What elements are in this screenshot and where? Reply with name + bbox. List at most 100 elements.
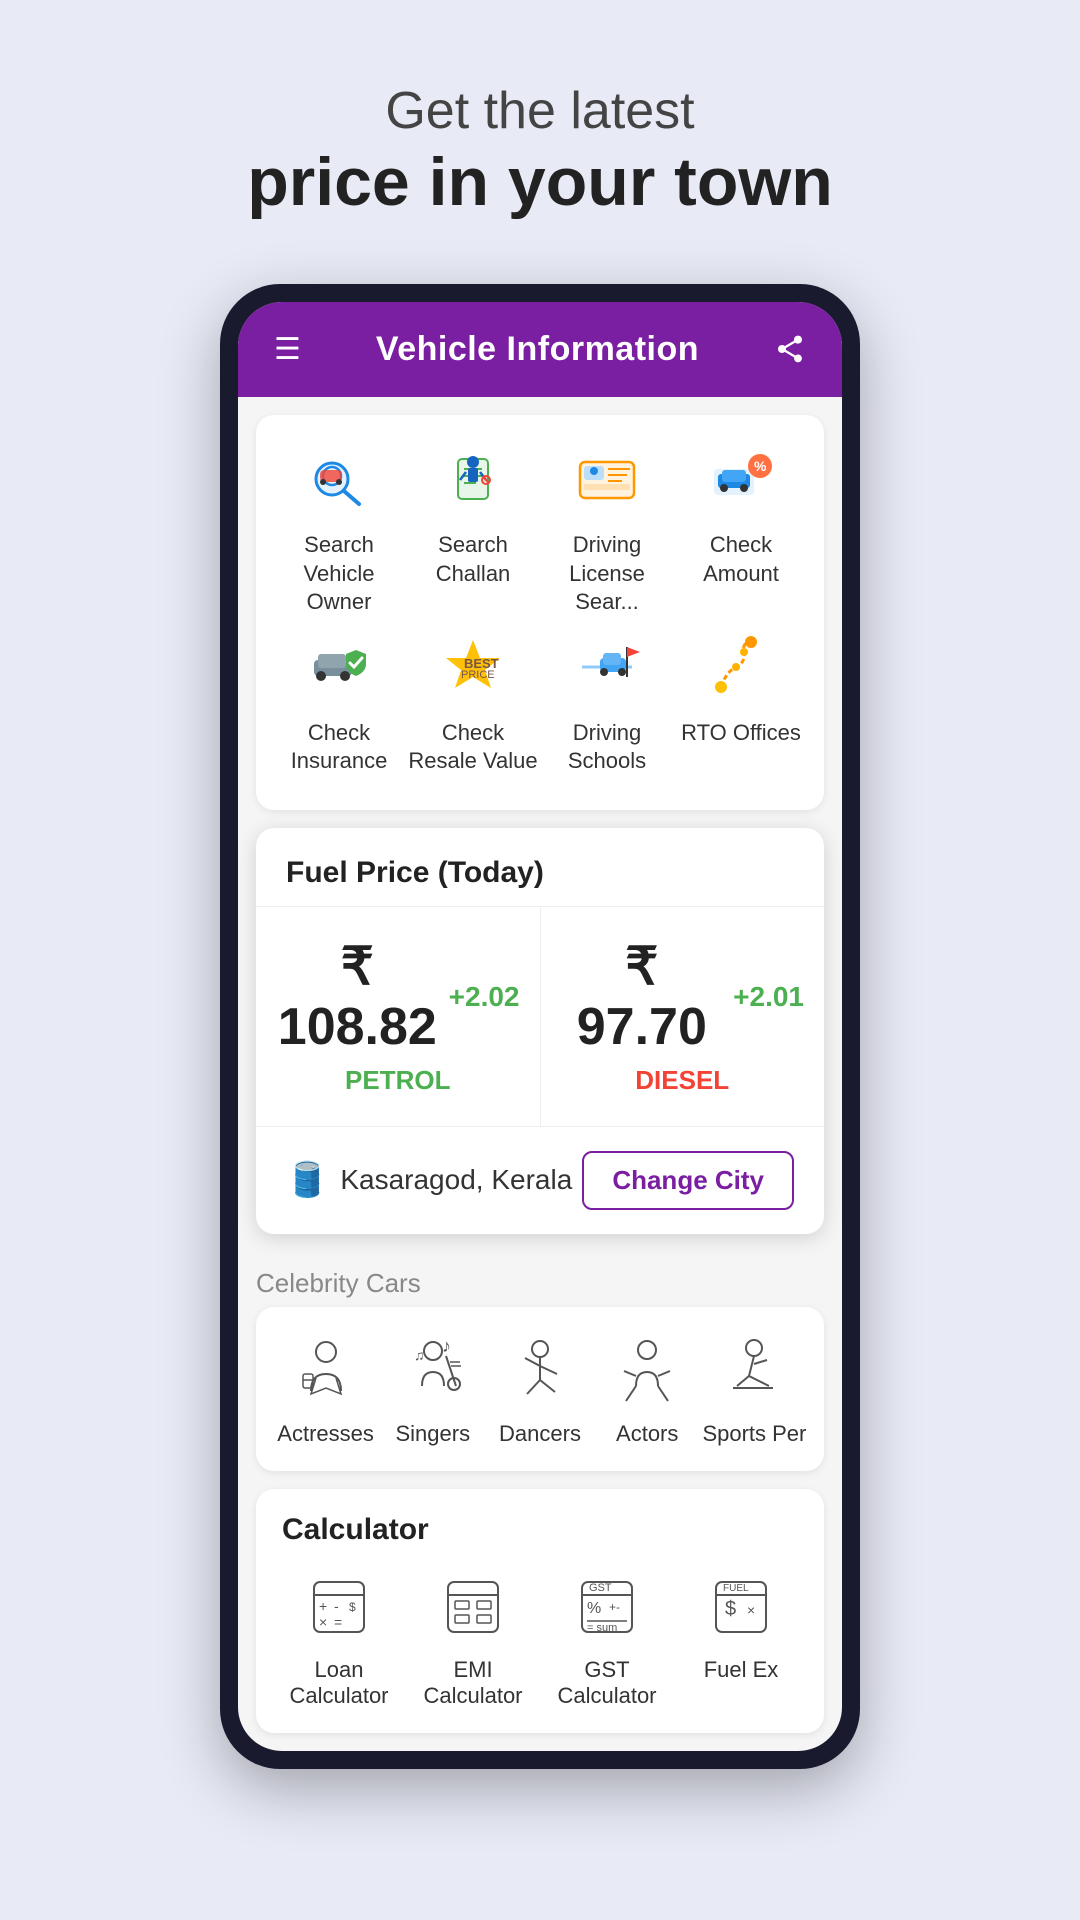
singers-label: Singers xyxy=(396,1421,471,1447)
search-challan-icon xyxy=(433,439,513,519)
dancers-label: Dancers xyxy=(499,1421,581,1447)
svg-text:= sum: = sum xyxy=(587,1622,617,1634)
check-amount-label: Check Amount xyxy=(676,531,806,588)
calc-item-fuel-ex[interactable]: FUEL $ × Fuel Ex xyxy=(676,1567,806,1709)
emi-calculator-icon xyxy=(433,1567,513,1647)
fuel-prices: ₹ 108.82 +2.02 PETROL ₹ 97.70 +2.01 DIES… xyxy=(256,907,824,1126)
rto-offices-label: RTO Offices xyxy=(681,719,801,748)
svg-text:×: × xyxy=(319,1614,327,1630)
phone-frame: ☰ Vehicle Information xyxy=(220,284,860,1769)
calculator-row: + - × = $ Loan Calculator xyxy=(272,1567,808,1709)
hamburger-icon[interactable]: ☰ xyxy=(274,332,301,367)
grid-item-search-challan[interactable]: Search Challan xyxy=(408,439,538,617)
actors-label: Actors xyxy=(616,1421,678,1447)
petrol-change: +2.02 xyxy=(449,981,520,1013)
check-amount-icon: % xyxy=(701,439,781,519)
actresses-icon xyxy=(286,1331,366,1411)
svg-text:PRICE: PRICE xyxy=(461,669,495,681)
diesel-label: DIESEL xyxy=(561,1065,805,1096)
sports-persons-label: Sports Per xyxy=(702,1421,806,1447)
check-resale-value-icon: BEST PRICE xyxy=(433,627,513,707)
check-resale-value-label: Check Resale Value xyxy=(408,719,538,776)
grid-item-search-vehicle-owner[interactable]: Search Vehicle Owner xyxy=(274,439,404,617)
svg-text:$: $ xyxy=(725,1598,736,1620)
celebrity-item-dancers[interactable]: Dancers xyxy=(486,1331,593,1447)
sports-persons-icon xyxy=(714,1331,794,1411)
driving-license-label: Driving License Sear... xyxy=(542,531,672,617)
fuel-city: 🛢️ Kasaragod, Kerala xyxy=(286,1160,572,1200)
fuel-card-footer: 🛢️ Kasaragod, Kerala Change City xyxy=(256,1126,824,1234)
celebrity-item-singers[interactable]: ♪ ♫ Singers xyxy=(379,1331,486,1447)
grid-item-check-insurance[interactable]: Check Insurance xyxy=(274,627,404,776)
phone-wrapper: ☰ Vehicle Information xyxy=(220,284,860,1769)
diesel-amount: ₹ 97.70 +2.01 xyxy=(561,937,805,1057)
calc-item-gst[interactable]: GST % +- = sum GST Calculator xyxy=(542,1567,672,1709)
grid-item-rto-offices[interactable]: RTO Offices xyxy=(676,627,806,776)
svg-text:=: = xyxy=(334,1614,342,1630)
grid-item-driving-license[interactable]: Driving License Sear... xyxy=(542,439,672,617)
hero-subtitle: Get the latest xyxy=(60,80,1020,142)
check-insurance-icon xyxy=(299,627,379,707)
calc-item-emi[interactable]: EMI Calculator xyxy=(408,1567,538,1709)
celebrity-row: Actresses ♪ xyxy=(272,1331,808,1447)
calculator-header: Calculator xyxy=(272,1513,808,1547)
petrol-amount: ₹ 108.82 +2.02 xyxy=(276,937,520,1057)
grid-item-driving-schools[interactable]: Driving Schools xyxy=(542,627,672,776)
phone-screen: ☰ Vehicle Information xyxy=(238,302,842,1751)
change-city-button[interactable]: Change City xyxy=(582,1151,794,1210)
driving-license-icon xyxy=(567,439,647,519)
gst-calculator-icon: GST % +- = sum xyxy=(567,1567,647,1647)
fuel-ex-icon: FUEL $ × xyxy=(701,1567,781,1647)
svg-text:%: % xyxy=(587,1600,601,1617)
petrol-value: ₹ 108.82 xyxy=(276,937,439,1057)
actors-icon xyxy=(607,1331,687,1411)
hero-title: price in your town xyxy=(60,142,1020,224)
emi-calculator-label: EMI Calculator xyxy=(408,1657,538,1709)
diesel-price-item: ₹ 97.70 +2.01 DIESEL xyxy=(541,907,825,1126)
svg-text:$: $ xyxy=(349,1600,356,1614)
diesel-value: ₹ 97.70 xyxy=(561,937,724,1057)
rto-offices-icon xyxy=(701,627,781,707)
app-bar: ☰ Vehicle Information xyxy=(238,302,842,397)
svg-text:FUEL: FUEL xyxy=(723,1583,749,1594)
petrol-price-item: ₹ 108.82 +2.02 PETROL xyxy=(256,907,541,1126)
gst-calculator-label: GST Calculator xyxy=(542,1657,672,1709)
fuel-drop-icon: 🛢️ xyxy=(286,1160,328,1200)
celebrity-item-actors[interactable]: Actors xyxy=(594,1331,701,1447)
loan-calculator-icon: + - × = $ xyxy=(299,1567,379,1647)
dancers-icon xyxy=(500,1331,580,1411)
grid-section: Search Vehicle Owner xyxy=(256,415,824,810)
celebrity-item-actresses[interactable]: Actresses xyxy=(272,1331,379,1447)
share-icon[interactable] xyxy=(774,333,806,365)
driving-schools-label: Driving Schools xyxy=(542,719,672,776)
svg-text:%: % xyxy=(754,458,767,474)
diesel-change: +2.01 xyxy=(733,981,804,1013)
calculator-section: Calculator + - × = $ xyxy=(256,1489,824,1733)
singers-icon: ♪ ♫ xyxy=(393,1331,473,1411)
svg-text:+-: +- xyxy=(609,1600,620,1614)
grid-item-check-resale-value[interactable]: BEST PRICE Check Resale Value xyxy=(408,627,538,776)
svg-text:♫: ♫ xyxy=(414,1347,425,1363)
actresses-label: Actresses xyxy=(277,1421,374,1447)
svg-text:×: × xyxy=(747,1602,755,1618)
celebrity-item-sports-persons[interactable]: Sports Per xyxy=(701,1331,808,1447)
grid-item-check-amount[interactable]: % Check Amount xyxy=(676,439,806,617)
celebrity-section: Actresses ♪ xyxy=(256,1307,824,1471)
grid-row-1: Search Vehicle Owner xyxy=(272,439,808,617)
celebrity-section-label: Celebrity Cars xyxy=(238,1252,842,1307)
search-vehicle-owner-label: Search Vehicle Owner xyxy=(274,531,404,617)
svg-text:♪: ♪ xyxy=(442,1336,451,1356)
driving-schools-icon xyxy=(567,627,647,707)
loan-calculator-label: Loan Calculator xyxy=(274,1657,404,1709)
check-insurance-label: Check Insurance xyxy=(274,719,404,776)
petrol-label: PETROL xyxy=(276,1065,520,1096)
search-challan-label: Search Challan xyxy=(408,531,538,588)
search-vehicle-icon xyxy=(299,439,379,519)
fuel-card: Fuel Price (Today) ₹ 108.82 +2.02 PETROL… xyxy=(256,828,824,1234)
city-name: Kasaragod, Kerala xyxy=(340,1164,572,1196)
calc-item-loan[interactable]: + - × = $ Loan Calculator xyxy=(274,1567,404,1709)
svg-text:-: - xyxy=(334,1598,339,1614)
fuel-card-header: Fuel Price (Today) xyxy=(256,828,824,907)
grid-row-2: Check Insurance BEST PRICE Check Resale … xyxy=(272,627,808,776)
svg-text:GST: GST xyxy=(589,1582,612,1594)
